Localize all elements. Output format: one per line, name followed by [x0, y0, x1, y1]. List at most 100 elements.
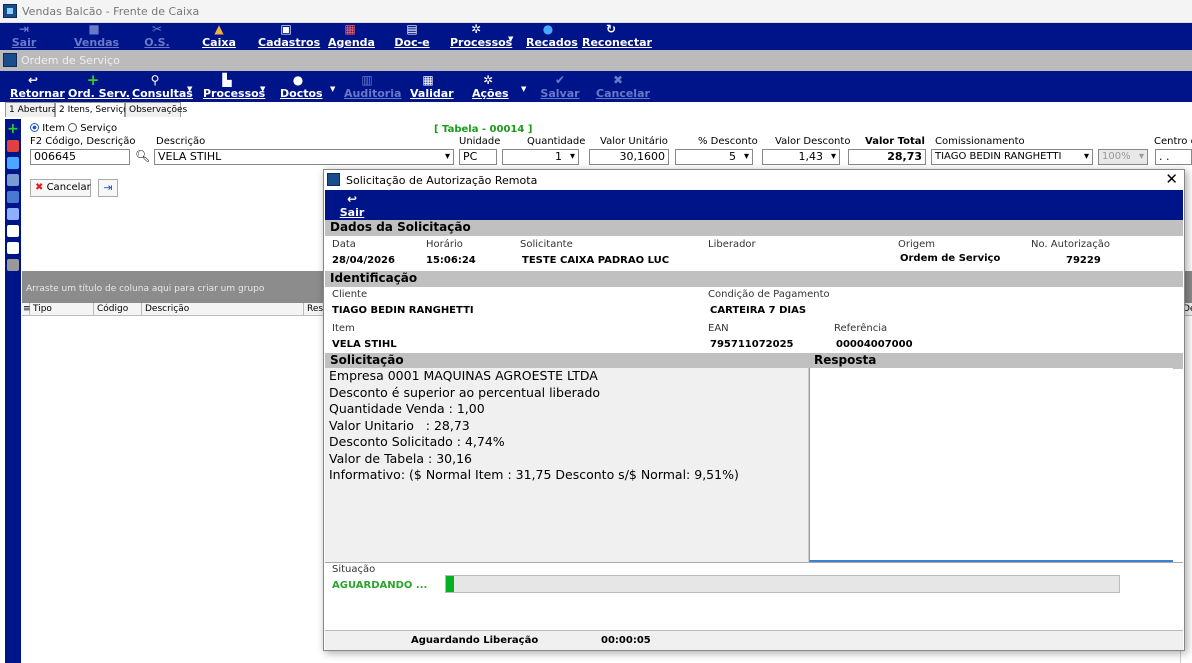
return-icon: ↩	[346, 192, 358, 206]
validate-icon: ▦	[422, 73, 434, 87]
autorizacao-dialog: Solicitação de Autorização Remota ✕ ↩ Sa…	[323, 169, 1185, 651]
valor-total-field[interactable]: 28,73	[848, 149, 926, 165]
identificacao-section-header: Identificação	[325, 271, 1183, 287]
comissionamento-field[interactable]: TIAGO BEDIN RANGHETTI	[931, 149, 1093, 165]
search-icon[interactable]: 🔍︎	[135, 149, 150, 163]
doctos-button[interactable]: ● Doctos	[280, 74, 323, 101]
tool-icon[interactable]	[7, 259, 19, 271]
comissao-pct-field[interactable]: 100%	[1098, 149, 1148, 165]
dialog-status-bar: Aguardando Liberação 00:00:05	[325, 630, 1183, 650]
document-copy-icon[interactable]	[7, 242, 19, 254]
unidade-field[interactable]: PC	[459, 149, 497, 165]
cadastros-button[interactable]: ▣ Cadastros	[258, 23, 320, 50]
dialog-app-icon	[327, 173, 340, 186]
processos-button[interactable]: ▙ Processos	[203, 73, 265, 101]
data-label: Data	[332, 239, 356, 250]
valor-desconto-label: Valor Desconto	[775, 136, 851, 147]
column-descricao[interactable]: Descrição	[142, 303, 304, 316]
document-item-icon[interactable]	[7, 225, 19, 237]
tools-icon: ✂	[151, 22, 163, 36]
liberador-label: Liberador	[708, 239, 756, 250]
consultas-button[interactable]: ⚲ Consultas	[132, 74, 193, 101]
item-value: VELA STIHL	[332, 339, 397, 350]
doctos-dropdown-arrow[interactable]: ▼	[330, 85, 335, 93]
ord-serv-button[interactable]: + Ord. Serv.	[68, 71, 130, 101]
door-exit-icon: ⇥	[18, 22, 30, 36]
register-icon: ■	[88, 22, 100, 36]
os-window-title: Ordem de Serviço	[21, 54, 120, 67]
people-icon[interactable]	[7, 191, 19, 203]
dialog-sair-button[interactable]: ↩ Sair	[339, 193, 365, 220]
app-icon	[3, 4, 17, 18]
item-label: Item	[332, 323, 355, 334]
cliente-label: Cliente	[332, 289, 368, 300]
consultas-dropdown-arrow[interactable]: ▼	[187, 85, 192, 93]
valor-desconto-field[interactable]: 1,43	[762, 149, 840, 165]
centro-field[interactable]: . .	[1155, 149, 1192, 165]
processos-dropdown-arrow[interactable]: ▼	[508, 35, 513, 43]
move-item-icon[interactable]	[7, 174, 19, 186]
solicitacao-line: Desconto é superior ao percentual libera…	[329, 384, 601, 400]
descricao-field[interactable]: VELA STIHL	[154, 149, 454, 165]
vendas-button[interactable]: ■ Vendas	[74, 22, 119, 50]
left-icon-strip: +	[5, 119, 21, 663]
column-tipo[interactable]: Tipo	[30, 303, 94, 316]
situacao-label: Situação	[332, 564, 376, 575]
column-res[interactable]: Res	[304, 303, 324, 316]
process-icon: ▙	[222, 73, 232, 87]
tab-itens-servicos[interactable]: 2 Itens, Serviços	[55, 102, 133, 117]
acoes-dropdown-arrow[interactable]: ▼	[521, 85, 526, 93]
main-toolbar: ⇥ Sair ■ Vendas ✂ O.S. ▲ Caixa ▣ Cadastr…	[0, 23, 1192, 50]
processos-menu-button[interactable]: ✲ Processos	[450, 22, 512, 50]
resposta-text-box[interactable]	[809, 368, 1173, 562]
close-icon[interactable]: ✕	[1165, 170, 1178, 188]
cash-icon: ▲	[214, 22, 224, 36]
solicitante-label: Solicitante	[520, 239, 573, 250]
add-item-icon[interactable]: +	[7, 122, 19, 136]
desconto-pct-field[interactable]: 5	[675, 149, 753, 165]
dialog-title-bar: Solicitação de Autorização Remota ✕	[324, 170, 1184, 190]
valor-unitario-field[interactable]: 30,1600	[589, 149, 669, 165]
refresh-icon: ↻	[605, 22, 617, 36]
list-icon[interactable]	[7, 208, 19, 220]
radio-item[interactable]: Item	[30, 123, 65, 134]
validar-button[interactable]: ▦ Validar	[410, 73, 454, 101]
solicitacao-line: Informativo: ($ Normal Item : 31,75 Desc…	[329, 467, 739, 482]
cancelar-item-button[interactable]: ✖ Cancelar	[30, 179, 91, 197]
retornar-button[interactable]: ↩ Retornar	[10, 74, 65, 101]
os-button[interactable]: ✂ O.S.	[140, 23, 174, 50]
tab-observacoes[interactable]: Observações	[125, 102, 187, 117]
valor-unitario-label: Valor Unitário	[600, 136, 668, 147]
codigo-field[interactable]: 006645	[30, 149, 130, 165]
acoes-button[interactable]: ✲ Ações	[472, 74, 509, 101]
reconectar-button[interactable]: ↻ Reconectar	[582, 22, 652, 50]
recados-button[interactable]: ● Recados	[526, 23, 578, 50]
cancelar-toolbar-button[interactable]: ✖ Cancelar	[596, 74, 650, 101]
plus-icon: +	[86, 71, 100, 89]
centro-label: Centro d	[1154, 136, 1192, 147]
solicitacao-line: Empresa 0001 MAQUINAS AGROESTE LTDA	[329, 368, 598, 383]
quantidade-field[interactable]: 1	[502, 149, 579, 165]
processos-os-dropdown-arrow[interactable]: ▼	[260, 85, 265, 93]
agenda-button[interactable]: ▦ Agenda	[328, 23, 375, 50]
group-hint: Arraste um título de coluna aqui para cr…	[26, 284, 265, 294]
condicao-value: CARTEIRA 7 DIAS	[710, 305, 807, 316]
tab-abertura[interactable]: 1 Abertura	[5, 102, 57, 117]
dialog-toolbar: ↩ Sair	[325, 190, 1183, 220]
auditoria-button[interactable]: ▥ Auditoria	[344, 74, 401, 101]
main-title-bar: Vendas Balcão - Frente de Caixa	[0, 0, 1192, 23]
delete-item-icon[interactable]	[7, 140, 19, 152]
edit-item-icon[interactable]	[7, 157, 19, 169]
caixa-button[interactable]: ▲ Caixa	[202, 23, 236, 50]
salvar-button[interactable]: ✔ Salvar	[540, 74, 580, 101]
progress-bar	[445, 575, 1120, 593]
column-codigo[interactable]: Código	[94, 303, 142, 316]
radio-servico[interactable]: Serviço	[68, 123, 117, 134]
desconto-pct-label: % Desconto	[698, 136, 758, 147]
sair-button[interactable]: ⇥ Sair	[8, 23, 40, 50]
login-icon[interactable]: ⇥	[98, 179, 118, 197]
radio-item-dot	[30, 123, 39, 132]
doc-e-button[interactable]: ▤ Doc-e	[394, 23, 430, 50]
gear-icon: ✲	[470, 22, 482, 36]
column-menu-icon[interactable]: ≡	[22, 303, 31, 316]
